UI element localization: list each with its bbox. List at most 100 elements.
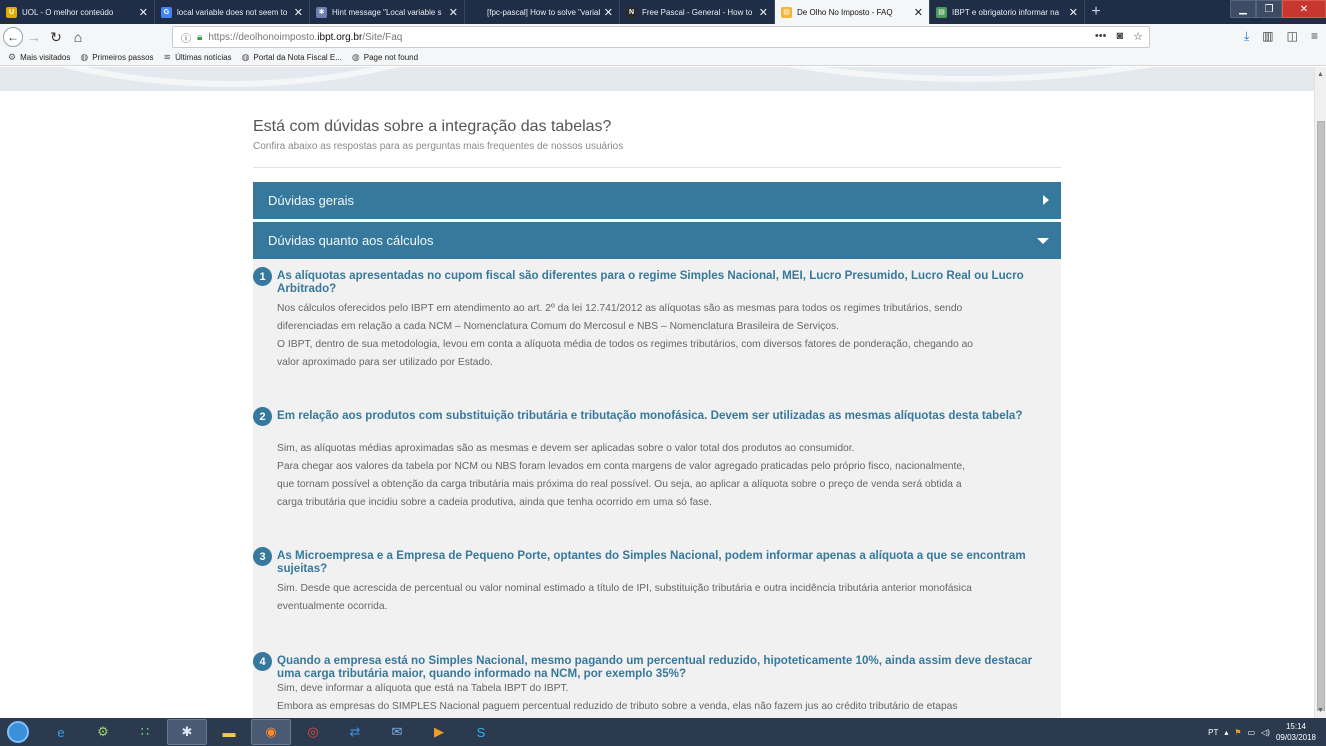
new-tab-button[interactable]: + [1085,0,1107,24]
question-answer: Sim, deve informar a alíquota que está n… [277,680,1057,716]
clock-time: 15:14 [1285,722,1306,731]
menu-icon[interactable]: ≡ [1311,29,1318,44]
faq-title: Está com dúvidas sobre a integração das … [253,118,612,135]
lazarus-app-icon[interactable]: ✱ [167,719,207,745]
uol-icon: U [6,6,17,18]
bookmark-star-icon[interactable]: ☆ [1133,30,1143,43]
tab-label: Free Pascal - General - How to [642,7,753,17]
flag-icon[interactable]: ⚑ [1234,728,1241,737]
dots-app-icon[interactable]: ∷ [125,719,165,745]
close-tab-icon[interactable]: ✕ [1069,6,1078,19]
arrow-right-icon: → [27,29,41,45]
chevron-down-icon [1037,238,1049,244]
question-title: Quando a empresa está no Simples Naciona… [277,654,1033,680]
close-tab-icon[interactable]: ✕ [139,6,148,19]
question-title: As Microempresa e a Empresa de Pequeno P… [277,549,1026,575]
accordion-duvidas-calculos[interactable]: Dúvidas quanto aos cálculos [253,222,1061,259]
ie-icon[interactable]: e [41,719,81,745]
tab-label: IBPT e obrigatorio informar na [952,7,1060,17]
home-icon: ⌂ [73,29,83,45]
page-actions-icon[interactable]: ••• [1095,30,1107,43]
question-number-badge: 2 [253,407,272,426]
minimize-button[interactable]: ▁ [1230,0,1256,18]
thunderbird-icon[interactable]: ✉ [377,719,417,745]
globe-icon: ◍ [351,52,360,62]
reload-button[interactable]: ↻ [45,26,67,48]
answer-line: carga tributária que incidiu sobre a cad… [277,497,713,508]
tray-arrow-icon[interactable]: ▴ [1224,728,1228,737]
media-player-icon[interactable]: ▶ [419,719,459,745]
blank-page-icon [471,7,482,18]
forward-button[interactable]: → [23,26,45,48]
scroll-down-icon[interactable]: ▼ [1317,707,1324,714]
bookmark-item[interactable]: ◍ Primeiros passos [80,52,153,63]
answer-line: Embora as empresas do SIMPLES Nacional p… [277,701,958,712]
url-host: ibpt.org.br [317,31,363,43]
vertical-scrollbar[interactable]: ▲ ▼ [1314,67,1326,718]
close-tab-icon[interactable]: ✕ [604,6,613,19]
bookmark-item[interactable]: ◍ Page not found [352,52,418,63]
skype-icon[interactable]: S [461,719,501,745]
url-path: /Site/Faq [362,31,403,43]
bookmarks-bar: ⚙ Mais visitados ◍ Primeiros passos ≋ Últimas… [0,50,1326,66]
tab-label: UOL - O melhor conteúdo [22,7,114,17]
close-tab-icon[interactable]: ✕ [914,6,923,19]
chevron-right-icon [1043,195,1049,205]
close-tab-icon[interactable]: ✕ [294,6,303,19]
close-tab-icon[interactable]: ✕ [449,6,458,19]
answer-line: Sim, deve informar a alíquota que está n… [277,683,569,694]
bookmark-item[interactable]: ◍ Portal da Nota Fiscal E... [242,52,342,63]
answer-line: diferenciadas em relação a cada NCM – No… [277,321,839,332]
restore-button[interactable]: ❐ [1256,0,1282,18]
browser-tab[interactable]: ▤ De Olho No Imposto - FAQ ✕ [775,0,930,24]
download-icon[interactable]: ⤓ [1244,29,1249,44]
bookmark-label: Portal da Nota Fiscal E... [253,53,342,62]
browser-tab-bar: U UOL - O melhor conteúdo ✕ Glocal variable… [0,0,1326,24]
network-icon[interactable]: ⚙ [83,719,123,745]
library-icon[interactable]: ▥ [1262,29,1273,44]
accordion-label: Dúvidas gerais [268,193,354,208]
language-indicator[interactable]: PT [1208,728,1218,737]
browser-tab[interactable]: N Free Pascal - General - How to ✕ [620,0,775,24]
volume-icon[interactable]: ◁) [1261,728,1270,737]
pocket-icon[interactable]: ◙ [1116,30,1123,43]
answer-line: Sim, as alíquotas médias aproximadas são… [277,443,855,454]
teamviewer-icon[interactable]: ⇄ [335,719,375,745]
start-button[interactable] [0,718,36,746]
clock-date: 09/03/2018 [1275,733,1316,742]
answer-line: que tornam possível a obtenção da carga … [277,479,962,490]
browser-tab[interactable]: ✱ Hint message "Local variable s ✕ [310,0,465,24]
home-button[interactable]: ⌂ [67,26,89,48]
question-number-badge: 1 [253,267,272,286]
firefox-icon[interactable]: ◉ [251,719,291,745]
browser-tab[interactable]: Glocal variable does not seem to ✕ [155,0,310,24]
globe-icon: ◍ [241,52,250,62]
divider [253,167,1061,168]
address-bar[interactable]: ⓘ 🔒︎ https://deolhonoimposto. ibpt.org.br… [172,26,1150,48]
answer-line: Nos cálculos oferecidos pelo IBPT em ate… [277,303,963,314]
browser-tab[interactable]: [fpc-pascal] How to solve "variable ✕ [465,0,620,24]
lock-icon[interactable]: 🔒︎ [197,32,202,43]
faq-subtitle: Confira abaixo as respostas para as perg… [253,141,624,152]
scroll-up-icon[interactable]: ▲ [1317,71,1324,78]
clock[interactable]: 15:14 09/03/2018 [1276,721,1316,743]
back-button[interactable]: ← [3,27,23,47]
network-tray-icon[interactable]: ▭ [1248,728,1256,737]
taskbar-apps: e ⚙ ∷ ✱ ▬ ◉ ◎ ⇄ ✉ ▶ S [40,719,502,745]
bookmark-item[interactable]: ≋ Últimas notícias [164,52,232,63]
accordion-duvidas-gerais[interactable]: Dúvidas gerais [253,182,1061,219]
browser-tab[interactable]: U UOL - O melhor conteúdo ✕ [0,0,155,24]
banner-decoration [0,67,580,87]
sidebar-icon[interactable]: ◫ [1287,29,1298,44]
chrome-icon[interactable]: ◎ [293,719,333,745]
banner-decoration [520,67,1314,82]
folder-icon[interactable]: ▬ [209,719,249,745]
close-tab-icon[interactable]: ✕ [759,6,768,19]
nabble-icon: N [626,6,637,18]
bookmark-item[interactable]: ⚙ Mais visitados [8,52,70,63]
info-icon[interactable]: ⓘ [181,30,191,45]
scrollbar-thumb[interactable] [1317,121,1325,711]
browser-tab[interactable]: ▤ IBPT e obrigatorio informar na ✕ [930,0,1085,24]
close-window-button[interactable]: ✕ [1282,0,1326,18]
question-title: Em relação aos produtos com substituição… [277,409,1023,422]
